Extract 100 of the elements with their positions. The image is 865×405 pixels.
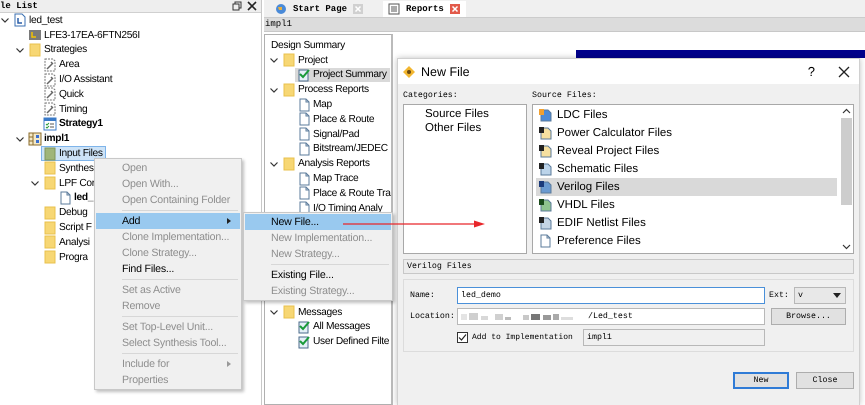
tree-item[interactable]: led_test bbox=[11, 13, 66, 28]
add-to-implementation-checkbox[interactable]: Add to Implementation bbox=[457, 332, 579, 343]
list-item[interactable]: Power Calculator Files bbox=[536, 124, 837, 142]
tree-item[interactable]: Analysis Reports bbox=[280, 156, 373, 172]
panel-title: le List bbox=[0, 1, 39, 11]
tree-item[interactable]: Analysi bbox=[41, 234, 93, 250]
tree-item[interactable]: Area bbox=[41, 57, 82, 72]
folder-icon bbox=[28, 43, 42, 57]
name-field[interactable]: led_demo bbox=[457, 287, 765, 304]
tree-item[interactable]: LFE3-17EA-6FTN256I bbox=[26, 28, 143, 43]
help-button[interactable]: ? bbox=[808, 64, 815, 79]
wrench-icon bbox=[43, 72, 57, 87]
list-item[interactable]: LDC Files bbox=[536, 106, 837, 124]
tree-item[interactable]: Map bbox=[295, 97, 335, 112]
menu-item[interactable]: Existing File... bbox=[245, 267, 391, 283]
tree-item[interactable]: I/O Assistant bbox=[41, 72, 116, 87]
folder-icon bbox=[282, 82, 296, 97]
tree-item[interactable]: Script F bbox=[41, 220, 95, 235]
folder-icon bbox=[282, 156, 296, 171]
tree-item[interactable]: Process Reports bbox=[280, 82, 372, 98]
tree-item[interactable]: Progra bbox=[41, 250, 91, 265]
list-item[interactable]: VHDL Files bbox=[536, 196, 837, 214]
float-icon[interactable] bbox=[232, 1, 242, 11]
collapse-icon[interactable] bbox=[269, 55, 279, 66]
tree-item[interactable]: Synthes bbox=[41, 160, 97, 176]
tree-item[interactable]: Quick bbox=[41, 86, 87, 102]
list-item[interactable]: Verilog Files bbox=[536, 178, 837, 196]
dialog-button[interactable]: New bbox=[733, 372, 789, 389]
extension-dropdown[interactable]: v bbox=[794, 287, 846, 304]
tree-item[interactable]: Debug bbox=[41, 205, 91, 220]
tree-item[interactable]: User Defined Filte bbox=[295, 334, 392, 349]
list-item[interactable]: EDIF Netlist Files bbox=[536, 214, 837, 232]
list-label: Source Files: bbox=[532, 90, 597, 100]
tree-item[interactable]: Input Files bbox=[41, 146, 106, 161]
close-icon[interactable] bbox=[838, 66, 850, 78]
tree-item[interactable]: Timing bbox=[41, 102, 90, 117]
scrollbar-thumb[interactable] bbox=[841, 118, 852, 205]
project-icon bbox=[13, 13, 27, 28]
menu-item[interactable]: Find Files... bbox=[96, 261, 240, 277]
tree-item[interactable]: Project Summary bbox=[295, 68, 390, 82]
chip-icon bbox=[28, 28, 42, 42]
file-type-icon bbox=[538, 180, 552, 194]
folder-icon bbox=[43, 206, 57, 220]
caret-icon bbox=[226, 360, 232, 368]
menu-item[interactable]: Add bbox=[96, 213, 240, 229]
dialog-button[interactable]: Close bbox=[796, 372, 854, 389]
list-item[interactable]: Reveal Project Files bbox=[536, 142, 837, 160]
collapse-icon[interactable] bbox=[30, 178, 40, 188]
folder-icon bbox=[43, 161, 57, 176]
list-item[interactable]: Schematic Files bbox=[536, 160, 837, 178]
wrench-icon bbox=[43, 102, 57, 116]
tree-item[interactable]: led_ bbox=[56, 190, 96, 206]
collapse-icon[interactable] bbox=[0, 15, 10, 26]
tree-item[interactable]: Messages bbox=[280, 304, 346, 320]
menu-item[interactable]: New File... bbox=[245, 214, 391, 230]
tree-item[interactable]: LPF Cor bbox=[41, 176, 98, 191]
tab[interactable]: Reports bbox=[383, 1, 466, 17]
tree-item[interactable]: Map Trace bbox=[295, 171, 362, 186]
tree-item[interactable]: Place & Route bbox=[295, 112, 378, 127]
checkbox-icon[interactable] bbox=[457, 332, 468, 343]
file-type-icon bbox=[538, 234, 552, 248]
folder-icon bbox=[43, 176, 57, 190]
document-icon bbox=[297, 127, 311, 142]
browse-button[interactable]: Browse... bbox=[771, 308, 846, 325]
tree-item[interactable]: Signal/Pad bbox=[295, 126, 362, 142]
location-field[interactable]: /Led_test bbox=[457, 308, 765, 325]
close-icon[interactable] bbox=[247, 1, 257, 11]
file-type-icon bbox=[538, 162, 552, 176]
folder-icon bbox=[282, 53, 296, 68]
file-type-icon bbox=[538, 144, 552, 158]
implementation-label: impl1 bbox=[265, 19, 292, 29]
tree-item[interactable]: Place & Route Tra bbox=[295, 186, 394, 201]
field-label: Ext: bbox=[769, 291, 790, 300]
tab[interactable]: Start Page bbox=[270, 1, 370, 17]
list-item[interactable]: Source Files bbox=[422, 107, 492, 121]
document-icon bbox=[297, 98, 311, 112]
tree-item[interactable]: Strategy1 bbox=[41, 116, 106, 132]
collapse-icon[interactable] bbox=[269, 307, 279, 317]
list-label: Categories: bbox=[403, 90, 459, 100]
document-icon bbox=[58, 190, 72, 205]
tree-item[interactable]: All Messages bbox=[295, 319, 373, 334]
folder-icon bbox=[43, 250, 57, 264]
tree-item[interactable]: Design Summary bbox=[269, 38, 348, 53]
file-type-icon bbox=[538, 216, 552, 230]
scroll-up-icon[interactable] bbox=[842, 108, 851, 114]
list-item[interactable]: Other Files bbox=[422, 121, 484, 135]
scroll-down-icon[interactable] bbox=[842, 244, 851, 250]
checklist-icon bbox=[43, 116, 57, 131]
list-item[interactable]: Preference Files bbox=[536, 232, 837, 250]
tree-item[interactable]: Project bbox=[280, 52, 331, 68]
file-type-description: Verilog Files bbox=[407, 262, 472, 271]
tree-item[interactable]: Bitstream/JEDEC bbox=[295, 142, 391, 156]
tree-item[interactable]: impl1 bbox=[26, 131, 72, 146]
folder-icon bbox=[43, 146, 57, 161]
tree-item[interactable]: Strategies bbox=[26, 42, 90, 58]
file-type-icon bbox=[538, 198, 552, 212]
folder-icon bbox=[43, 220, 57, 235]
file-type-icon bbox=[538, 126, 552, 140]
check-document-icon bbox=[297, 334, 311, 349]
folder-icon bbox=[282, 305, 296, 320]
